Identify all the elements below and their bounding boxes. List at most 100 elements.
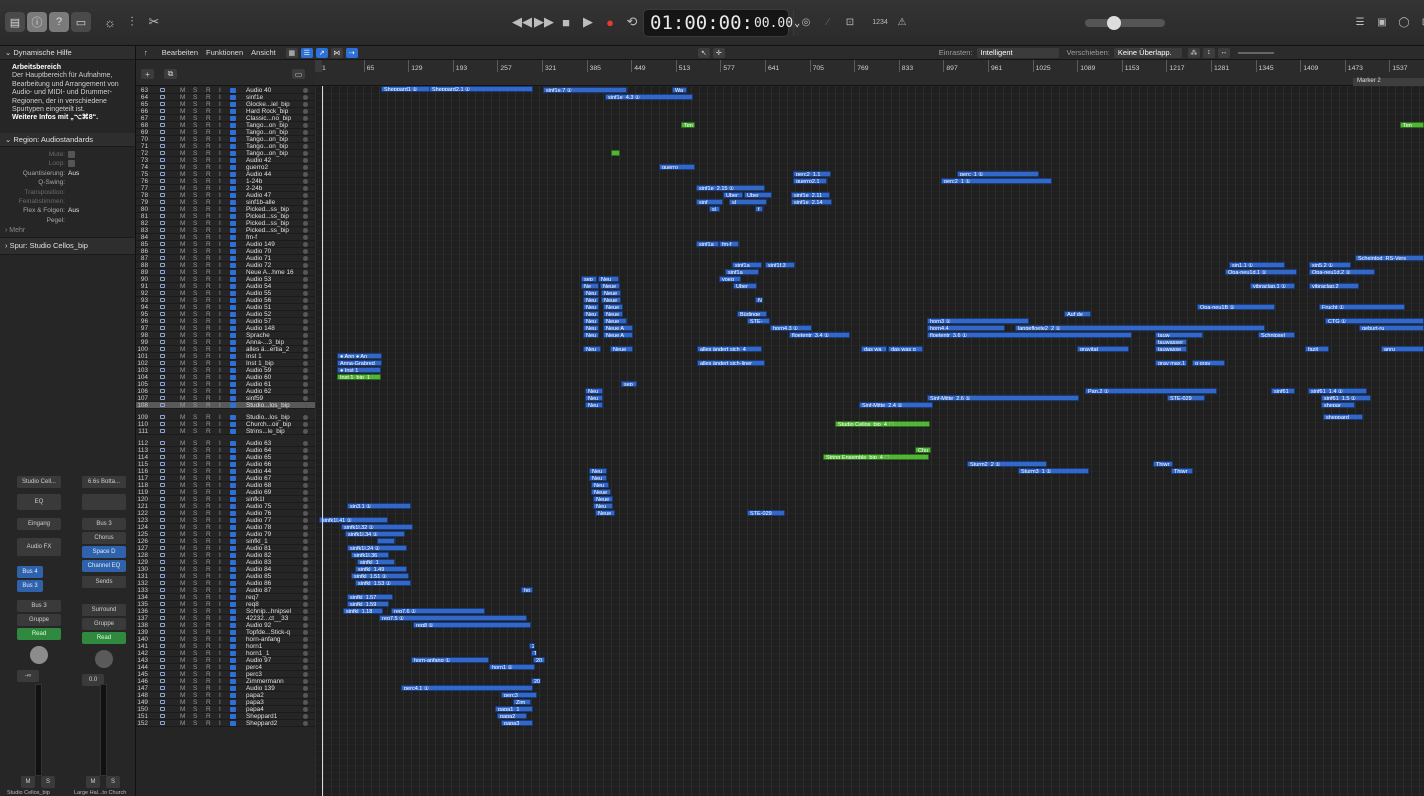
track-name[interactable]: Audio 64 bbox=[246, 447, 306, 454]
input-monitor-button[interactable]: I bbox=[219, 136, 221, 143]
mute-button[interactable]: M bbox=[180, 297, 185, 304]
audio-region[interactable]: papa2 bbox=[497, 713, 527, 719]
input-monitor-button[interactable]: I bbox=[219, 108, 221, 115]
mute-button[interactable]: M bbox=[180, 262, 185, 269]
track-name[interactable]: Inst 1_bip bbox=[246, 360, 306, 367]
audio-region[interactable]: floetentr_3.6 ① bbox=[927, 332, 1132, 338]
audio-region[interactable]: tauwasser bbox=[1155, 339, 1187, 345]
audio-region[interactable]: Neue bbox=[610, 346, 633, 352]
input-monitor-button[interactable]: I bbox=[219, 192, 221, 199]
solo-button[interactable]: S bbox=[193, 332, 197, 339]
input-monitor-button[interactable]: I bbox=[219, 367, 221, 374]
audio-region[interactable]: sin3.1 ① bbox=[347, 503, 411, 509]
solo-button[interactable]: S bbox=[193, 269, 197, 276]
audio-region[interactable]: shepar bbox=[1321, 402, 1355, 408]
record-enable-button[interactable]: R bbox=[206, 510, 211, 517]
record-enable-button[interactable]: R bbox=[206, 685, 211, 692]
record-enable-button[interactable]: R bbox=[206, 421, 211, 428]
track-row[interactable]: 110 M S R I Church...oir_bip bbox=[136, 421, 315, 428]
track-row[interactable]: 63 M S R I Audio 40 bbox=[136, 87, 315, 94]
solo-button[interactable]: S bbox=[193, 636, 197, 643]
audio-region[interactable]: Neu bbox=[585, 402, 603, 408]
record-enable-button[interactable]: R bbox=[206, 706, 211, 713]
track-name[interactable]: Audio 84 bbox=[246, 566, 306, 573]
input-monitor-button[interactable]: I bbox=[219, 248, 221, 255]
mute-button[interactable]: M bbox=[180, 447, 185, 454]
track-name[interactable]: Anna-...3_bip bbox=[246, 339, 306, 346]
track-name[interactable]: Tango...on_bip bbox=[246, 150, 306, 157]
audio-fx-slot[interactable]: Audio FX bbox=[17, 538, 61, 556]
mute-button[interactable]: M bbox=[180, 720, 185, 727]
mute-button[interactable]: M bbox=[180, 643, 185, 650]
solo-button[interactable]: S bbox=[193, 129, 197, 136]
editors-icon[interactable]: ✂ bbox=[144, 12, 164, 32]
mute-button[interactable]: M bbox=[180, 573, 185, 580]
solo-button[interactable]: S bbox=[193, 559, 197, 566]
input-monitor-button[interactable]: I bbox=[219, 421, 221, 428]
solo-button[interactable]: S bbox=[193, 353, 197, 360]
mute-button[interactable]: M bbox=[180, 374, 185, 381]
track-row[interactable]: 89 M S R I Neue A...hme 16 bbox=[136, 269, 315, 276]
input-monitor-button[interactable]: I bbox=[219, 150, 221, 157]
solo-button[interactable]: S bbox=[193, 241, 197, 248]
audio-region[interactable]: langefloete2_2 ① bbox=[1015, 325, 1265, 331]
audio-region[interactable]: sinf1a bbox=[725, 269, 759, 275]
master-volume-slider[interactable] bbox=[1085, 16, 1165, 30]
audio-region[interactable]: sinf61_1.4 ① bbox=[1308, 388, 1367, 394]
track-name[interactable]: Audio 40 bbox=[246, 87, 306, 94]
record-enable-button[interactable]: R bbox=[206, 643, 211, 650]
mute-button[interactable]: M bbox=[180, 713, 185, 720]
input-monitor-button[interactable]: I bbox=[219, 440, 221, 447]
track-row[interactable]: 118 M S R I Audio 68 bbox=[136, 482, 315, 489]
audio-region[interactable]: sinfk1l.34 ① bbox=[345, 531, 405, 537]
track-row[interactable]: 85 M S R I Audio 149 bbox=[136, 241, 315, 248]
solo-button[interactable]: S bbox=[193, 566, 197, 573]
audio-region[interactable]: sinf1e_2.15 ① bbox=[696, 185, 765, 191]
record-enable-button[interactable]: R bbox=[206, 297, 211, 304]
solo-button[interactable]: S bbox=[193, 178, 197, 185]
audio-region[interactable]: vibraclap.1 ① bbox=[1250, 283, 1295, 289]
track-name[interactable]: Audio 83 bbox=[246, 559, 306, 566]
help-header[interactable]: ⌄ Dynamische Hilfe bbox=[0, 46, 135, 60]
mute-button[interactable]: M bbox=[180, 164, 185, 171]
track-name[interactable]: Audio 53 bbox=[246, 276, 306, 283]
record-enable-button[interactable]: R bbox=[206, 601, 211, 608]
track-name[interactable]: Zimmermann bbox=[246, 678, 306, 685]
record-enable-button[interactable]: R bbox=[206, 136, 211, 143]
track-row[interactable]: 77 M S R I 2-24b bbox=[136, 185, 315, 192]
audio-region[interactable]: Neu bbox=[591, 482, 609, 488]
solo-button[interactable]: S bbox=[193, 629, 197, 636]
input-monitor-button[interactable]: I bbox=[219, 538, 221, 545]
solo-button[interactable]: S bbox=[193, 699, 197, 706]
record-enable-button[interactable]: R bbox=[206, 615, 211, 622]
track-row[interactable]: 67 M S R I Classic...no_bip bbox=[136, 115, 315, 122]
track-row[interactable]: 95 M S R I Audio 52 bbox=[136, 311, 315, 318]
audio-region[interactable]: Büdinge bbox=[737, 311, 767, 317]
track-row[interactable]: 140 M S R Ihorn-anfang bbox=[136, 636, 315, 643]
solo-button[interactable]: S bbox=[193, 325, 197, 332]
track-name[interactable]: Audio 77 bbox=[246, 517, 306, 524]
checkbox[interactable] bbox=[68, 151, 75, 159]
track-row[interactable]: 148 M S R Ipapa2 bbox=[136, 692, 315, 699]
audio-region[interactable]: papa1_1 bbox=[495, 706, 533, 712]
audio-region[interactable]: Ne bbox=[581, 283, 599, 289]
group-slot[interactable]: Gruppe bbox=[82, 618, 126, 630]
mute-button[interactable]: M bbox=[180, 101, 185, 108]
input-monitor-button[interactable]: I bbox=[219, 241, 221, 248]
solo-button[interactable]: S bbox=[193, 468, 197, 475]
track-row[interactable]: 132 M S R I Audio 86 bbox=[136, 580, 315, 587]
audio-region[interactable]: Scheintod_RS-Vers bbox=[1355, 255, 1424, 261]
strip-name[interactable]: Studio Cell... bbox=[17, 476, 61, 488]
record-enable-button[interactable]: R bbox=[206, 255, 211, 262]
audio-region[interactable]: Über bbox=[744, 192, 772, 198]
record-enable-button[interactable]: R bbox=[206, 573, 211, 580]
record-enable-button[interactable]: R bbox=[206, 608, 211, 615]
solo-button[interactable]: S bbox=[193, 381, 197, 388]
track-name[interactable]: horn-anfang bbox=[246, 636, 306, 643]
record-enable-button[interactable]: R bbox=[206, 388, 211, 395]
audio-region[interactable]: das was g bbox=[888, 346, 923, 352]
track-row[interactable]: 134 M S R Ireq7 bbox=[136, 594, 315, 601]
more-disclosure[interactable]: › Mehr bbox=[0, 225, 135, 237]
mute-button[interactable]: M bbox=[180, 255, 185, 262]
audio-region[interactable]: sinfkl_1.49 bbox=[355, 566, 407, 572]
